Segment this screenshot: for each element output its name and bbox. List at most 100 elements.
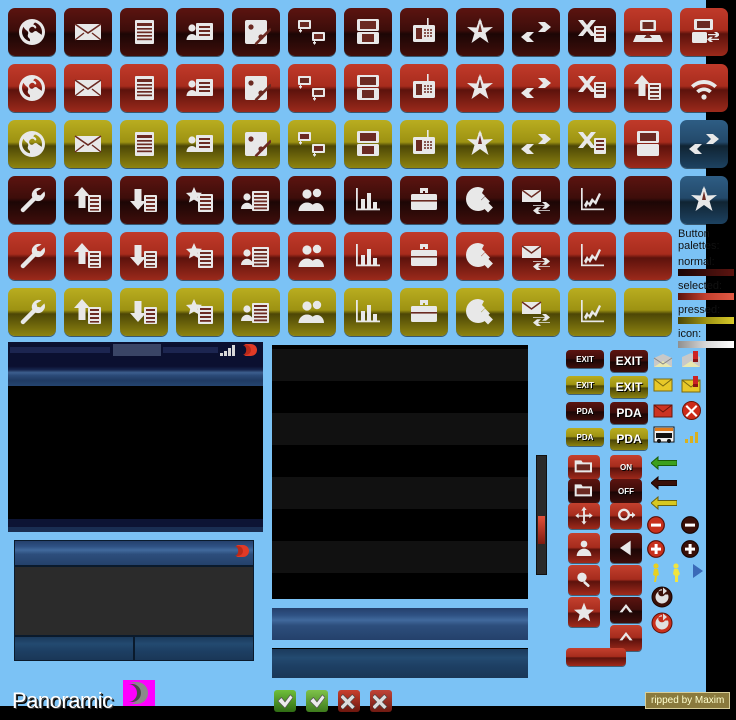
- list-row[interactable]: [272, 573, 528, 599]
- icon-button-globe-selected[interactable]: [8, 64, 56, 112]
- icon-button-favorite-page-selected[interactable]: [176, 232, 224, 280]
- error-x-icon[interactable]: [680, 400, 702, 420]
- icon-button-transfer-normal[interactable]: [512, 8, 560, 56]
- play-triangle-blue-icon[interactable]: [690, 562, 706, 580]
- icon-button-line-graph-selected[interactable]: [568, 232, 616, 280]
- exit-button-big-normal[interactable]: EXIT: [610, 350, 648, 372]
- bottom-bar-secondary[interactable]: [272, 648, 528, 678]
- icon-button-briefcase-normal[interactable]: [400, 176, 448, 224]
- icon-button-globe-normal[interactable]: [8, 8, 56, 56]
- panel-tab-right[interactable]: [134, 636, 254, 661]
- icon-button-blank-selected[interactable]: [624, 232, 672, 280]
- icon-button-transfer-selected[interactable]: [512, 64, 560, 112]
- icon-button-bar-chart-selected[interactable]: [344, 232, 392, 280]
- icon-button-multiplayer-ds-normal[interactable]: [288, 8, 336, 56]
- icon-button-upload-page-selected[interactable]: [64, 232, 112, 280]
- vertical-scrollbar[interactable]: [536, 455, 547, 575]
- plus-circle-red-icon[interactable]: [646, 539, 666, 559]
- envelope-yellow-icon[interactable]: [652, 377, 674, 393]
- exit-button-big-pressed[interactable]: EXIT: [610, 376, 648, 398]
- icon-button-envelope-pressed[interactable]: [64, 120, 112, 168]
- icon-button-calculator-selected[interactable]: [232, 64, 280, 112]
- icon-button-envelope-selected[interactable]: [64, 64, 112, 112]
- list-row[interactable]: [272, 541, 528, 573]
- toggle-off-button[interactable]: OFF: [610, 479, 642, 503]
- cancel-button-pressed[interactable]: [370, 690, 392, 712]
- star-button[interactable]: [568, 597, 600, 627]
- icon-button-blank-normal[interactable]: [624, 176, 672, 224]
- icon-button-users-normal[interactable]: [288, 176, 336, 224]
- list-row[interactable]: [272, 381, 528, 413]
- icon-button-upload-page-pressed[interactable]: [64, 288, 112, 336]
- refresh-red-icon[interactable]: [650, 611, 674, 635]
- list-row[interactable]: [272, 445, 528, 477]
- list-row[interactable]: [272, 413, 528, 445]
- icon-button-calculator-pressed[interactable]: [232, 120, 280, 168]
- icon-button-blank-pressed[interactable]: [624, 288, 672, 336]
- envelope-sealed-yellow-icon[interactable]: [680, 375, 702, 393]
- icon-button-download-page-normal[interactable]: [120, 176, 168, 224]
- icon-button-radio-normal[interactable]: [400, 8, 448, 56]
- person-button[interactable]: [568, 533, 600, 563]
- icon-button-envelope-normal[interactable]: [64, 8, 112, 56]
- pda-button-small-pressed[interactable]: PDA: [566, 428, 604, 446]
- icon-button-multiplayer-ds-pressed[interactable]: [288, 120, 336, 168]
- back-button[interactable]: [610, 533, 642, 563]
- icon-button-transfer-blue[interactable]: [680, 120, 728, 168]
- icon-button-contact-card-normal[interactable]: [176, 8, 224, 56]
- check-button-pressed[interactable]: [274, 690, 296, 712]
- exit-button-small-normal[interactable]: EXIT: [566, 350, 604, 368]
- icon-button-download-page-selected[interactable]: [120, 232, 168, 280]
- up-button-dark[interactable]: [610, 597, 642, 623]
- icon-button-contact-card-selected[interactable]: [176, 64, 224, 112]
- icon-button-news-page-normal[interactable]: [232, 176, 280, 224]
- icon-button-bar-chart-pressed[interactable]: [344, 288, 392, 336]
- plus-circle-dark-icon[interactable]: [680, 539, 700, 559]
- folder-button-dark[interactable]: [568, 479, 600, 503]
- icon-button-disconnect-pressed[interactable]: [568, 120, 616, 168]
- cancel-button-normal[interactable]: [338, 690, 360, 712]
- icon-button-compass-star-pressed[interactable]: [456, 120, 504, 168]
- icon-button-briefcase-selected[interactable]: [400, 232, 448, 280]
- icon-button-compass-star-normal[interactable]: [456, 8, 504, 56]
- arrow-left-dark-icon[interactable]: [650, 475, 678, 491]
- icon-button-compass-star-blue[interactable]: [680, 176, 728, 224]
- icon-button-wrench-pressed[interactable]: [8, 288, 56, 336]
- icon-button-mail-sync-normal[interactable]: [512, 176, 560, 224]
- envelope-open-grey-icon[interactable]: [652, 352, 674, 368]
- arrow-left-yellow-icon[interactable]: [650, 495, 678, 511]
- icon-button-multiplayer-ds-selected[interactable]: [288, 64, 336, 112]
- icon-button-upload-page-normal[interactable]: [64, 176, 112, 224]
- list-row[interactable]: [272, 477, 528, 509]
- icon-button-favorite-page-pressed[interactable]: [176, 288, 224, 336]
- list-row[interactable]: [272, 509, 528, 541]
- folder-button[interactable]: [568, 455, 600, 479]
- icon-button-document-list-selected[interactable]: [120, 64, 168, 112]
- icon-button-line-graph-pressed[interactable]: [568, 288, 616, 336]
- icon-button-news-page-pressed[interactable]: [232, 288, 280, 336]
- minus-circle-dark-icon[interactable]: [680, 515, 700, 535]
- list-row[interactable]: [272, 349, 528, 381]
- icon-button-wifi-selected[interactable]: [680, 64, 728, 112]
- icon-button-transfer-pressed[interactable]: [512, 120, 560, 168]
- icon-button-contact-card-pressed[interactable]: [176, 120, 224, 168]
- zoom-button[interactable]: [568, 565, 600, 595]
- bottom-bar-primary[interactable]: [272, 608, 528, 640]
- icon-button-ds-transfer-selected[interactable]: [680, 8, 728, 56]
- icon-button-line-graph-normal[interactable]: [568, 176, 616, 224]
- refresh-dark-icon[interactable]: [650, 585, 674, 609]
- pda-button-small-normal[interactable]: PDA: [566, 402, 604, 420]
- icon-button-globe-blocks-pressed[interactable]: [456, 288, 504, 336]
- icon-button-wrench-selected[interactable]: [8, 232, 56, 280]
- icon-button-ds-console-selected[interactable]: [344, 64, 392, 112]
- icon-button-globe-blocks-selected[interactable]: [456, 232, 504, 280]
- icon-button-document-list-pressed[interactable]: [120, 120, 168, 168]
- icon-button-radio-selected[interactable]: [400, 64, 448, 112]
- icon-button-ds-console-normal[interactable]: [344, 8, 392, 56]
- bus-icon[interactable]: [652, 425, 676, 445]
- signal-bars-icon[interactable]: [684, 430, 702, 444]
- icon-button-users-pressed[interactable]: [288, 288, 336, 336]
- striped-list-panel[interactable]: [272, 345, 528, 599]
- minus-circle-red-icon[interactable]: [646, 515, 666, 535]
- icon-button-ds-console-pressed[interactable]: [344, 120, 392, 168]
